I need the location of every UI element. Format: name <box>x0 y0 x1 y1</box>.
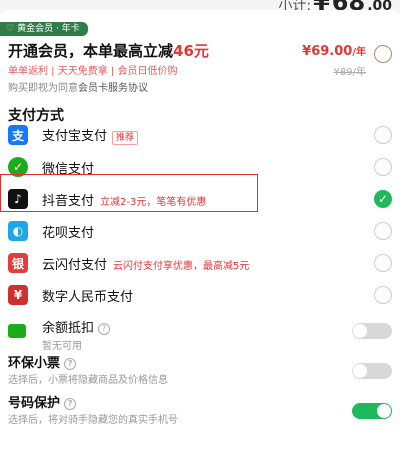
help-icon[interactable]: ? <box>64 357 77 370</box>
payment-method-row[interactable]: ¥ 数字人民币支付 <box>0 279 400 311</box>
check-icon: ✓ <box>377 192 389 206</box>
membership-price-value: ¥69.00 <box>302 44 353 59</box>
membership-original-price: ¥89/年 <box>333 67 366 78</box>
membership-title-prefix: 开通会员，本单最高立减 <box>8 42 174 60</box>
agreement-prefix: 购买即视为同意 <box>8 83 78 94</box>
membership-tags: 单单返利 | 天天免费拿 | 会员日低价购 <box>8 66 178 77</box>
payment-method-row[interactable]: 银云闪付支付 云闪付支付享优惠，最高减5元 <box>0 247 400 279</box>
radio-selected[interactable]: ✓ <box>374 190 392 208</box>
payment-method-promo: 云闪付支付享优惠，最高减5元 <box>113 260 250 272</box>
radio-unselected[interactable] <box>374 286 392 304</box>
payment-method-label: 数字人民币支付 <box>42 289 134 305</box>
checkout-card: ♡ 黄金会员 · 年卡 开通会员，本单最高立减46元 单单返利 | 天天免费拿 … <box>0 10 400 451</box>
help-icon[interactable]: ? <box>98 322 111 335</box>
douyin-pay-icon: ♪ <box>8 189 28 209</box>
agreement-link[interactable]: 会员卡服务协议 <box>78 83 148 94</box>
payment-method-label: 抖音支付 <box>42 193 95 209</box>
radio-unselected[interactable] <box>374 222 392 240</box>
payment-method-label-wrap: 数字人民币支付 <box>42 286 133 305</box>
membership-price: ¥69.00/年 <box>302 43 366 59</box>
balance-label-wrap: 余额抵扣? <box>42 317 111 336</box>
help-icon[interactable]: ? <box>64 397 77 410</box>
payment-method-promo: 立减2-3元，笔笔有优惠 <box>100 196 207 208</box>
balance-label: 余额抵扣 <box>42 321 95 336</box>
alipay-icon: 支 <box>8 125 28 145</box>
ecny-icon: ¥ <box>8 285 28 305</box>
payment-method-row[interactable]: ◐ 花呗支付 <box>0 215 400 247</box>
heart-icon: ♡ <box>6 24 15 34</box>
eco-receipt-toggle[interactable] <box>352 363 392 379</box>
payment-method-label: 微信支付 <box>42 161 95 177</box>
payment-method-label-wrap: 花呗支付 <box>42 222 94 241</box>
membership-title: 开通会员，本单最高立减46元 <box>8 40 209 61</box>
membership-price-unit: /年 <box>352 47 366 58</box>
unionpay-icon: 银 <box>8 253 28 273</box>
number-protect-title-text: 号码保护 <box>8 396 61 411</box>
number-protect-toggle[interactable] <box>352 403 392 419</box>
payment-method-label-wrap: 支付宝支付 推荐 <box>42 125 139 145</box>
number-protect-title: 号码保护? <box>8 392 77 411</box>
number-protect-sub: 选择后，将对骑手隐藏您的真实手机号 <box>8 415 178 426</box>
eco-receipt-title-text: 环保小票 <box>8 356 61 371</box>
vip-badge-label: 黄金会员 · 年卡 <box>17 24 80 34</box>
membership-agreement: 购买即视为同意会员卡服务协议 <box>8 79 148 94</box>
radio-unselected[interactable] <box>374 254 392 272</box>
vip-badge: ♡ 黄金会员 · 年卡 <box>0 22 88 36</box>
balance-toggle[interactable] <box>352 323 392 339</box>
payment-method-row[interactable]: ✓ 微信支付 <box>0 151 400 183</box>
wallet-icon <box>8 324 26 338</box>
membership-title-amount: 46元 <box>173 42 209 60</box>
wechat-pay-icon: ✓ <box>8 157 28 177</box>
balance-sub: 暂无可用 <box>42 341 82 352</box>
payment-method-label-wrap: 云闪付支付 云闪付支付享优惠，最高减5元 <box>42 254 249 273</box>
huabei-icon: ◐ <box>8 221 28 241</box>
payment-method-label-wrap: 抖音支付 立减2-3元，笔笔有优惠 <box>42 190 206 209</box>
payment-method-row[interactable]: 支支付宝支付 推荐 <box>0 119 400 151</box>
payment-method-label-wrap: 微信支付 <box>42 158 94 177</box>
membership-radio[interactable] <box>374 45 392 63</box>
eco-receipt-title: 环保小票? <box>8 352 77 371</box>
radio-unselected[interactable] <box>374 126 392 144</box>
payment-method-row[interactable]: ♪ 抖音支付 立减2-3元，笔笔有优惠 ✓ <box>0 183 400 215</box>
balance-row[interactable]: 余额抵扣? 暂无可用 <box>0 315 400 352</box>
payment-method-label: 支付宝支付 <box>42 129 108 144</box>
eco-receipt-sub: 选择后，小票将隐藏商品及价格信息 <box>8 375 168 386</box>
radio-unselected[interactable] <box>374 158 392 176</box>
recommend-tag: 推荐 <box>112 131 139 145</box>
payment-method-label: 花呗支付 <box>42 225 95 241</box>
payment-method-label: 云闪付支付 <box>42 257 108 273</box>
